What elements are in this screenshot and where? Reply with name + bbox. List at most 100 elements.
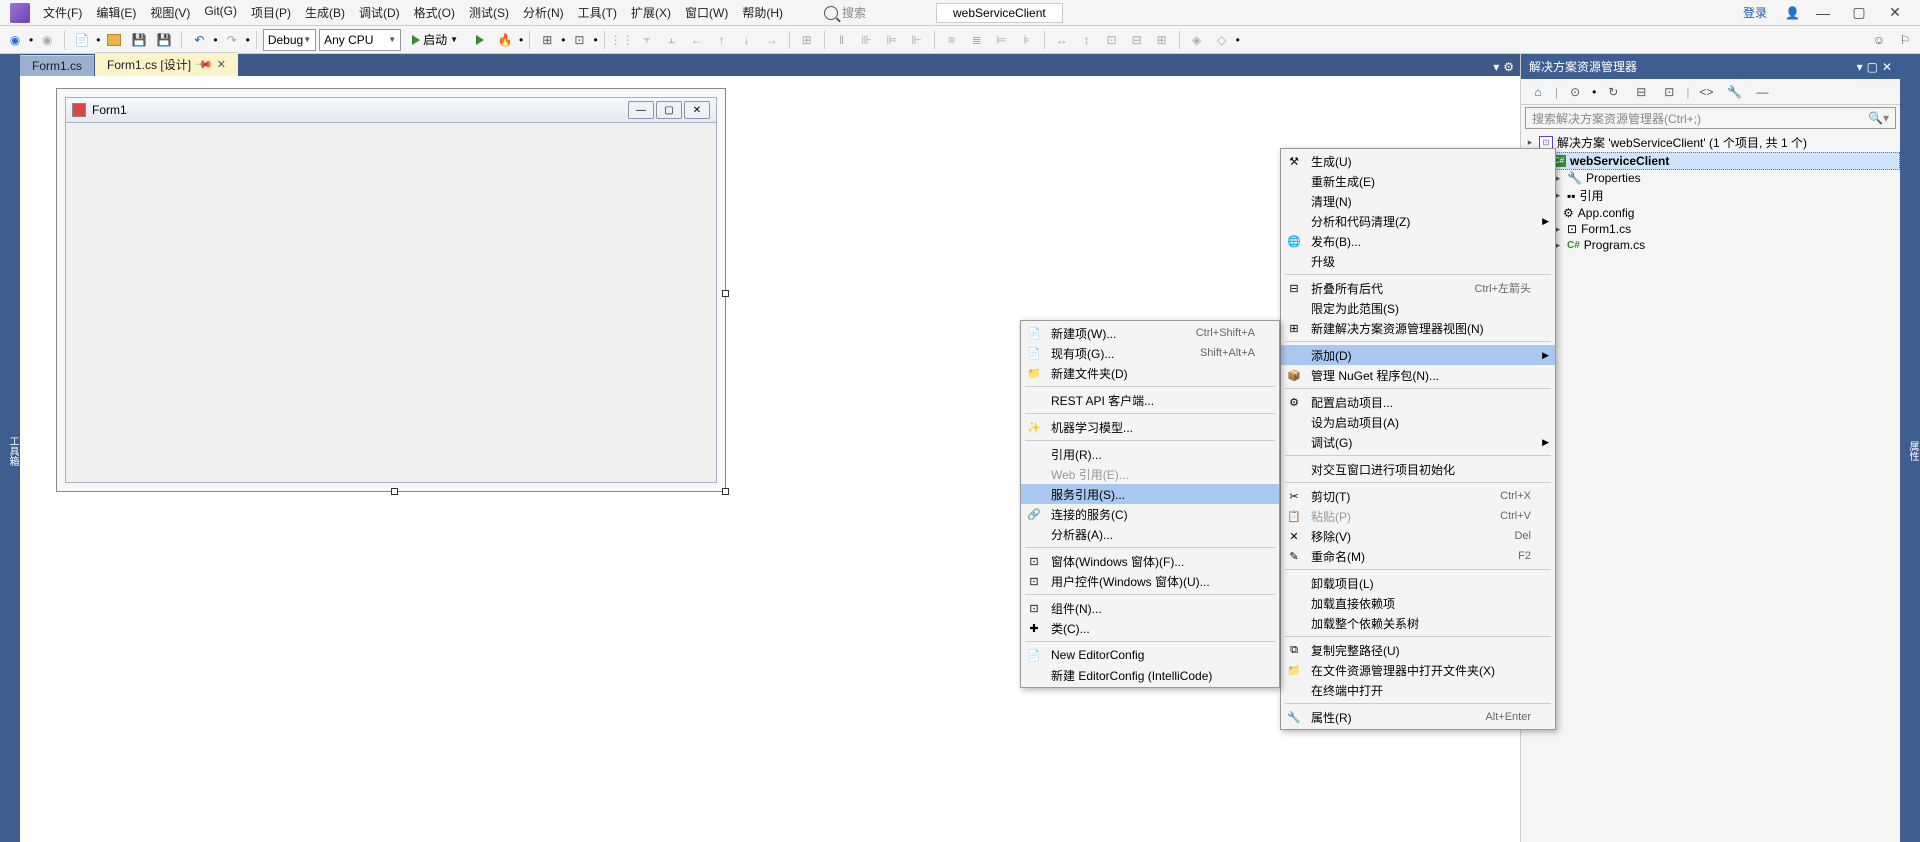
undo-button[interactable]: ↶ <box>188 29 210 51</box>
pin-icon[interactable]: 📌 <box>194 55 213 74</box>
ctx-发布(B)...[interactable]: 🌐发布(B)... <box>1281 231 1555 251</box>
preview-button[interactable]: — <box>1751 81 1773 103</box>
ctx-管理 NuGet 程序包(N)...[interactable]: 📦管理 NuGet 程序包(N)... <box>1281 365 1555 385</box>
ctx-重命名(M)[interactable]: ✎重命名(M)F2 <box>1281 546 1555 566</box>
ctx-新建 EditorConfig (IntelliCode)[interactable]: 新建 EditorConfig (IntelliCode) <box>1021 665 1279 685</box>
resize-handle-se[interactable] <box>722 488 729 495</box>
hspace2-button[interactable]: ⊪ <box>856 29 878 51</box>
ctx-New EditorConfig[interactable]: 📄New EditorConfig <box>1021 645 1279 665</box>
ctx-剪切(T)[interactable]: ✂剪切(T)Ctrl+X <box>1281 486 1555 506</box>
menu-生成(B)[interactable]: 生成(B) <box>298 2 352 23</box>
bring-front-button[interactable]: ⊞ <box>1151 29 1173 51</box>
ctx-调试(G)[interactable]: 调试(G)▶ <box>1281 432 1555 452</box>
ctx-属性(R)[interactable]: 🔧属性(R)Alt+Enter <box>1281 707 1555 727</box>
design-surface[interactable]: Form1 — ▢ ✕ <box>56 88 726 492</box>
live-share-button[interactable]: ⚐ <box>1894 29 1916 51</box>
align-top-button[interactable]: ↑ <box>711 29 733 51</box>
solution-root[interactable]: ▸⊡ 解决方案 'webServiceClient' (1 个项目, 共 1 个… <box>1521 133 1900 152</box>
user-icon[interactable]: 👤 <box>1785 6 1800 20</box>
toolbox-gutter[interactable]: 工具箱 <box>0 54 20 842</box>
center-v-button[interactable]: ↕ <box>1076 29 1098 51</box>
ctx-加载直接依赖项[interactable]: 加载直接依赖项 <box>1281 593 1555 613</box>
ctx-对交互窗口进行项目初始化[interactable]: 对交互窗口进行项目初始化 <box>1281 459 1555 479</box>
ctx-加载整个依赖关系树[interactable]: 加载整个依赖关系树 <box>1281 613 1555 633</box>
menu-窗口(W)[interactable]: 窗口(W) <box>678 2 735 23</box>
menu-测试(S)[interactable]: 测试(S) <box>462 2 516 23</box>
menu-调试(D)[interactable]: 调试(D) <box>352 2 407 23</box>
panel-search[interactable]: 搜索解决方案资源管理器(Ctrl+;) 🔍▾ <box>1525 107 1896 129</box>
form-min-button[interactable]: — <box>628 101 654 119</box>
show-all-button[interactable]: ⊡ <box>1658 81 1680 103</box>
menu-帮助(H)[interactable]: 帮助(H) <box>735 2 790 23</box>
maximize-button[interactable]: ▢ <box>1846 3 1872 23</box>
align-grid-button[interactable]: ⋮⋮ <box>611 29 633 51</box>
hspace4-button[interactable]: ⊩ <box>906 29 928 51</box>
new-project-button[interactable]: 📄 <box>71 29 93 51</box>
form-window[interactable]: Form1 — ▢ ✕ <box>65 97 717 483</box>
ctx-现有项(G)...[interactable]: 📄现有项(G)...Shift+Alt+A <box>1021 343 1279 363</box>
ctx-折叠所有后代[interactable]: ⊟折叠所有后代Ctrl+左箭头 <box>1281 278 1555 298</box>
menu-工具(T)[interactable]: 工具(T) <box>571 2 624 23</box>
tab-form1-cs[interactable]: Form1.cs <box>20 55 94 76</box>
hot-reload-button[interactable]: 🔥 <box>494 29 516 51</box>
hspace3-button[interactable]: ⊫ <box>881 29 903 51</box>
nav-fwd-button[interactable]: ◉ <box>36 29 58 51</box>
ctx-限定为此范围(S)[interactable]: 限定为此范围(S) <box>1281 298 1555 318</box>
sync-button[interactable]: ⊙ <box>1564 81 1586 103</box>
ctx-添加(D)[interactable]: 添加(D)▶ <box>1281 345 1555 365</box>
align-bottom-button[interactable]: → <box>761 29 783 51</box>
search-box[interactable]: 搜索 <box>820 2 906 23</box>
tab-close-icon[interactable]: ✕ <box>217 58 226 71</box>
project-node[interactable]: ▲ C# webServiceClient <box>1521 152 1900 170</box>
vspace3-button[interactable]: ⊨ <box>991 29 1013 51</box>
config-dropdown[interactable]: Debug▼ <box>263 29 316 51</box>
menu-格式(O)[interactable]: 格式(O) <box>407 2 462 23</box>
menu-分析(N)[interactable]: 分析(N) <box>516 2 571 23</box>
menu-项目(P)[interactable]: 项目(P) <box>244 2 298 23</box>
ctx-清理(N)[interactable]: 清理(N) <box>1281 191 1555 211</box>
menu-Git(G)[interactable]: Git(G) <box>197 2 244 23</box>
resize-handle-s[interactable] <box>391 488 398 495</box>
ctx-分析和代码清理(Z)[interactable]: 分析和代码清理(Z)▶ <box>1281 211 1555 231</box>
ctx-配置启动项目...[interactable]: ⚙配置启动项目... <box>1281 392 1555 412</box>
tree-node-appconfig[interactable]: ⚙App.config <box>1521 205 1900 221</box>
vspace4-button[interactable]: ⊧ <box>1016 29 1038 51</box>
menu-文件(F)[interactable]: 文件(F) <box>36 2 89 23</box>
start-no-debug-button[interactable] <box>469 29 491 51</box>
ctx-卸载项目(L)[interactable]: 卸载项目(L) <box>1281 573 1555 593</box>
ctx-用户控件(Windows 窗体)(U)...[interactable]: ⊡用户控件(Windows 窗体)(U)... <box>1021 571 1279 591</box>
menu-扩展(X)[interactable]: 扩展(X) <box>624 2 678 23</box>
resize-handle-e[interactable] <box>722 290 729 297</box>
ctx-类(C)...[interactable]: ✚类(C)... <box>1021 618 1279 638</box>
center-h-button[interactable]: ↔ <box>1051 29 1073 51</box>
tab-form1-design[interactable]: Form1.cs [设计]📌✕ <box>95 52 238 76</box>
form-max-button[interactable]: ▢ <box>656 101 682 119</box>
ctx-新建文件夹(D)[interactable]: 📁新建文件夹(D) <box>1021 363 1279 383</box>
app-name-tab[interactable]: webServiceClient <box>936 3 1063 23</box>
form-body[interactable] <box>65 123 717 483</box>
refresh-button[interactable]: ↻ <box>1602 81 1624 103</box>
menu-编辑(E)[interactable]: 编辑(E) <box>89 2 143 23</box>
nav-back-button[interactable]: ◉ <box>4 29 26 51</box>
ctx-连接的服务(C)[interactable]: 🔗连接的服务(C) <box>1021 504 1279 524</box>
zoom-button[interactable]: ◈ <box>1186 29 1208 51</box>
home-button[interactable]: ⌂ <box>1527 81 1549 103</box>
ctx-新建项(W)...[interactable]: 📄新建项(W)...Ctrl+Shift+A <box>1021 323 1279 343</box>
save-button[interactable]: 💾 <box>128 29 150 51</box>
align-left-button[interactable]: ⫟ <box>636 29 658 51</box>
collapse-all-button[interactable]: ⊟ <box>1630 81 1652 103</box>
login-link[interactable]: 登录 <box>1735 4 1775 21</box>
close-button[interactable]: ✕ <box>1882 3 1908 23</box>
tree-node-references[interactable]: ▸▪▪引用 <box>1521 186 1900 205</box>
ctx-复制完整路径(U)[interactable]: ⧉复制完整路径(U) <box>1281 640 1555 660</box>
layout2-button[interactable]: ⊡ <box>568 29 590 51</box>
feedback-button[interactable]: ☺ <box>1868 29 1890 51</box>
taborder-button[interactable]: ⊡ <box>1101 29 1123 51</box>
save-all-button[interactable]: 💾 <box>153 29 175 51</box>
send-back-button[interactable]: ⊟ <box>1126 29 1148 51</box>
hspace-button[interactable]: ‖ <box>831 29 853 51</box>
ctx-新建解决方案资源管理器视图(N)[interactable]: ⊞新建解决方案资源管理器视图(N) <box>1281 318 1555 338</box>
ctx-在文件资源管理器中打开文件夹(X)[interactable]: 📁在文件资源管理器中打开文件夹(X) <box>1281 660 1555 680</box>
ctx-引用(R)...[interactable]: 引用(R)... <box>1021 444 1279 464</box>
ctx-移除(V)[interactable]: ✕移除(V)Del <box>1281 526 1555 546</box>
